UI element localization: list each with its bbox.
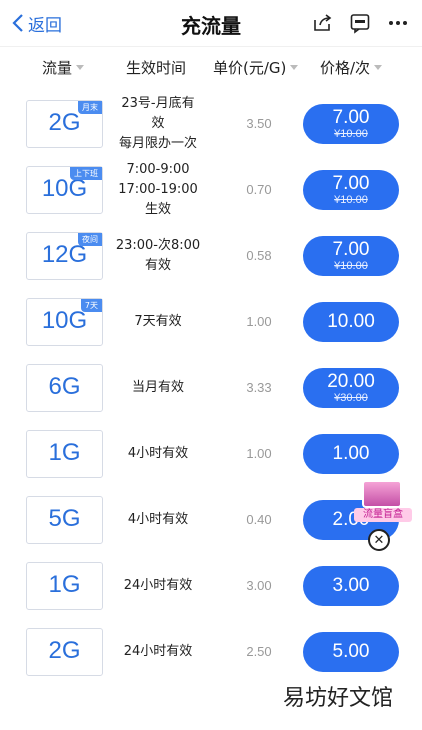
top-bar: 返回 充流量 <box>0 0 422 46</box>
buy-price-button[interactable]: 20.00 ¥30.00 <box>303 368 399 408</box>
effective-time: 7天有效 <box>108 292 208 352</box>
package-tag: 7天 <box>80 299 102 312</box>
sort-down-icon <box>76 65 85 70</box>
flow-amount: 2G <box>48 637 81 664</box>
flow-amount-tile: 1G <box>26 430 103 478</box>
feedback-icon[interactable] <box>348 11 372 35</box>
flow-amount-tile: 2G 月末 <box>26 100 103 148</box>
buy-price-button[interactable]: 1.00 <box>303 434 399 474</box>
effective-time-line: 每月限办一次 <box>118 136 197 151</box>
current-price: 7.00 <box>332 106 370 128</box>
col-unit-price-label: 单价(元/G) <box>213 59 287 77</box>
effective-time: 24小时有效 <box>108 556 208 616</box>
col-flow[interactable]: 流量 <box>42 57 85 78</box>
effective-time-line: 23号-月底有 <box>121 96 195 111</box>
buy-price-button[interactable]: 5.00 <box>303 632 399 672</box>
column-header: 流量 生效时间 单价(元/G) 价格/次 <box>0 52 422 82</box>
package-row: 10G 7天 7天有效 1.00 10.00 <box>0 292 422 358</box>
effective-time-line: 有效 <box>144 258 171 273</box>
unit-price: 0.70 <box>246 182 272 197</box>
unit-price: 1.00 <box>246 314 272 329</box>
col-effective-time: 生效时间 <box>126 57 186 78</box>
gift-box-icon <box>362 480 402 508</box>
effective-time: 4小时有效 <box>108 490 208 550</box>
flow-amount: 6G <box>48 373 81 400</box>
original-price: ¥10.00 <box>334 259 368 272</box>
watermark: 易坊好文馆 <box>263 683 413 715</box>
effective-time: 23号-月底有效每月限办一次 <box>108 94 208 154</box>
flow-amount-tile: 10G 7天 <box>26 298 103 346</box>
share-icon[interactable] <box>310 11 334 35</box>
col-flow-label: 流量 <box>42 59 73 77</box>
unit-price: 0.40 <box>246 512 272 527</box>
effective-time-line: 24小时有效 <box>123 644 193 659</box>
flow-amount: 5G <box>48 505 81 532</box>
flow-amount-tile: 5G <box>26 496 103 544</box>
unit-price: 2.50 <box>246 644 272 659</box>
package-row: 2G 24小时有效 2.50 5.00 <box>0 622 422 688</box>
original-price: ¥10.00 <box>334 193 368 206</box>
package-row: 2G 月末 23号-月底有效每月限办一次 3.50 7.00 ¥10.00 <box>0 94 422 160</box>
effective-time-line: 24小时有效 <box>123 578 193 593</box>
effective-time: 7:00-9:00 17:00-19:00 生效 <box>108 160 208 220</box>
buy-price-button[interactable]: 7.00 ¥10.00 <box>303 104 399 144</box>
current-price: 20.00 <box>327 370 375 392</box>
unit-price: 3.00 <box>246 578 272 593</box>
buy-price-button[interactable]: 3.00 <box>303 566 399 606</box>
effective-time: 24小时有效 <box>108 622 208 682</box>
package-row: 1G 24小时有效 3.00 3.00 <box>0 556 422 622</box>
current-price: 10.00 <box>327 311 375 332</box>
effective-time-line: 4小时有效 <box>127 512 189 527</box>
current-price: 7.00 <box>332 172 370 194</box>
effective-time-line: 生效 <box>144 202 171 217</box>
buy-price-button[interactable]: 10.00 <box>303 302 399 342</box>
effective-time: 4小时有效 <box>108 424 208 484</box>
buy-price-button[interactable]: 7.00 ¥10.00 <box>303 236 399 276</box>
effective-time-line: 当月有效 <box>131 380 184 395</box>
effective-time-line: 23:00-次8:00 <box>115 238 201 253</box>
effective-time-line: 效 <box>151 116 165 131</box>
current-price: 1.00 <box>332 443 370 464</box>
col-price[interactable]: 价格/次 <box>320 57 383 78</box>
flow-amount: 1G <box>48 571 81 598</box>
sort-down-icon <box>374 65 383 70</box>
flow-amount-tile: 2G <box>26 628 103 676</box>
effective-time-line: 7:00-9:00 <box>126 162 190 177</box>
effective-time-line: 17:00-19:00 <box>118 182 198 197</box>
package-tag: 夜间 <box>78 233 102 246</box>
original-price: ¥30.00 <box>334 391 368 404</box>
flow-amount-tile: 12G 夜间 <box>26 232 103 280</box>
flow-amount: 1G <box>48 439 81 466</box>
current-price: 3.00 <box>332 575 370 596</box>
sort-down-icon <box>290 65 299 70</box>
buy-price-button[interactable]: 7.00 ¥10.00 <box>303 170 399 210</box>
flow-amount-tile: 6G <box>26 364 103 412</box>
col-price-label: 价格/次 <box>320 59 371 77</box>
effective-time: 23:00-次8:00 有效 <box>108 226 208 286</box>
current-price: 5.00 <box>332 641 370 662</box>
effective-time-line: 7天有效 <box>134 314 182 329</box>
package-tag: 上下班 <box>70 167 102 180</box>
flow-amount-tile: 1G <box>26 562 103 610</box>
close-icon[interactable]: ✕ <box>368 529 390 551</box>
current-price: 7.00 <box>332 238 370 260</box>
package-tag: 月末 <box>78 101 102 114</box>
more-icon[interactable] <box>386 11 410 35</box>
original-price: ¥10.00 <box>334 127 368 140</box>
effective-time-line: 4小时有效 <box>127 446 189 461</box>
unit-price: 0.58 <box>246 248 272 263</box>
unit-price: 3.50 <box>246 116 272 131</box>
effective-time: 当月有效 <box>108 358 208 418</box>
flow-amount-tile: 10G 上下班 <box>26 166 103 214</box>
col-effective-time-label: 生效时间 <box>126 59 187 77</box>
package-row: 12G 夜间 23:00-次8:00 有效 0.58 7.00 ¥10.00 <box>0 226 422 292</box>
col-unit-price[interactable]: 单价(元/G) <box>213 57 299 78</box>
topbar-divider <box>0 46 422 47</box>
unit-price: 1.00 <box>246 446 272 461</box>
package-row: 6G 当月有效 3.33 20.00 ¥30.00 <box>0 358 422 424</box>
package-row: 10G 上下班 7:00-9:00 17:00-19:00 生效 0.70 7.00 ¥10.… <box>0 160 422 226</box>
blind-box-label: 流量盲盒 <box>354 508 412 522</box>
blind-box-promo[interactable]: 流量盲盒 <box>354 478 414 524</box>
unit-price: 3.33 <box>246 380 272 395</box>
